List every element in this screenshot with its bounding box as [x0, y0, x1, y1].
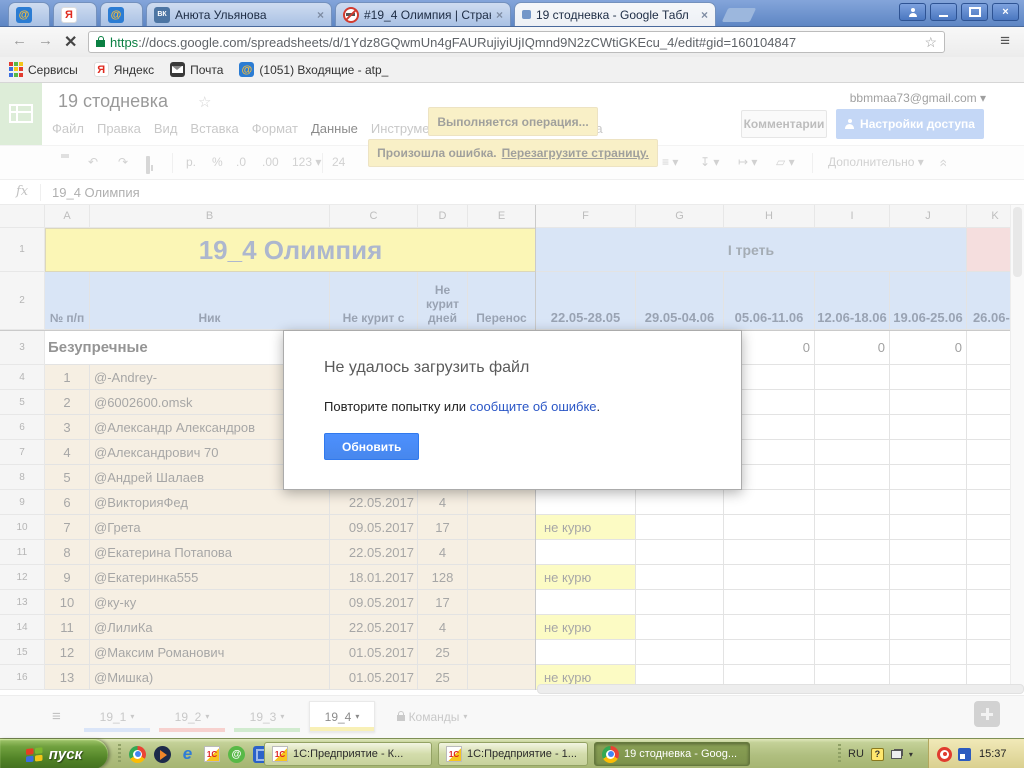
task-button[interactable]: 19 стодневка - Goog... — [594, 742, 750, 766]
task-button-label: 1С:Предприятие - К... — [293, 748, 403, 760]
report-error-link[interactable]: сообщите об ошибке — [470, 399, 597, 414]
chrome-icon — [602, 746, 619, 763]
yandex-icon: Я — [61, 7, 77, 23]
mail-icon — [170, 62, 185, 77]
close-icon[interactable]: × — [496, 8, 503, 22]
bookmark-item[interactable]: Я Яндекс — [94, 62, 154, 77]
task-button-label: 19 стодневка - Goog... — [624, 748, 737, 760]
url-scheme: https — [110, 35, 138, 50]
tab-title: 19 стодневка - Google Табл — [536, 8, 696, 22]
browser-tab[interactable]: ВК Анюта Ульянова × — [146, 2, 332, 26]
dialog-body: Повторите попытку или сообщите об ошибке… — [324, 399, 600, 414]
windows-logo-icon — [26, 747, 43, 762]
bookmark-item[interactable]: Почта — [170, 62, 223, 77]
toolbar-handle[interactable] — [118, 744, 121, 764]
language-indicator[interactable]: RU — [848, 748, 864, 760]
window-tray-icon[interactable] — [891, 750, 902, 759]
profile-button[interactable] — [899, 3, 926, 21]
mailru-icon: @ — [16, 7, 32, 23]
stop-button[interactable]: ✕ — [64, 32, 77, 52]
vk-icon: ВК — [154, 7, 170, 23]
onec-icon: 1С — [272, 746, 288, 762]
bookmark-label: Почта — [190, 63, 223, 77]
mailru-icon: @ — [108, 7, 124, 23]
error-dialog: Не удалось загрузить файл Повторите попы… — [283, 330, 742, 490]
mail-agent-icon[interactable]: @ — [228, 746, 245, 763]
browser-tab[interactable]: @ — [100, 2, 143, 26]
task-button[interactable]: 1С 1С:Предприятие - К... — [264, 742, 432, 766]
browser-tab[interactable]: Я — [53, 2, 97, 26]
apps-grid-icon — [8, 62, 23, 77]
mailru-icon: @ — [239, 62, 254, 77]
person-icon — [909, 13, 917, 17]
browser-tabs: @Я@ВКАнюта Ульянова×#19_4 Олимпия | Стра… — [8, 2, 753, 26]
browser-navbar: ← → ✕ https://docs.google.com/spreadshee… — [0, 27, 1024, 57]
media-player-icon[interactable] — [154, 746, 171, 763]
notification-area: 15:37 — [928, 739, 1024, 768]
close-icon[interactable]: × — [317, 8, 324, 22]
no-smoking-icon — [343, 7, 359, 23]
bookmark-label: (1051) Входящие - atp_ — [259, 63, 388, 77]
browser-tab[interactable]: #19_4 Олимпия | Страница × — [335, 2, 511, 26]
tab-title: Анюта Ульянова — [175, 8, 312, 22]
page-icon — [522, 10, 531, 19]
bookmark-label: Сервисы — [28, 63, 78, 77]
window-controls: × — [899, 3, 1019, 21]
system-tray: RU ? ▾ — [838, 739, 913, 768]
task-button-label: 1С:Предприятие - 1... — [467, 748, 577, 760]
back-button[interactable]: ← — [12, 32, 27, 49]
bookmarks-bar: Сервисы Я Яндекс Почта @ (1051) Входящие - at… — [0, 57, 1024, 83]
ssl-lock-icon — [96, 40, 105, 47]
desktop: @Я@ВКАнюта Ульянова×#19_4 Олимпия | Стра… — [0, 0, 1024, 768]
task-button[interactable]: 1С 1С:Предприятие - 1... — [438, 742, 588, 766]
quick-launch: e 1С @ — [118, 739, 281, 768]
tray-app-icon[interactable] — [937, 747, 952, 762]
url-text: ://docs.google.com/spreadsheets/d/1Ydz8G… — [138, 35, 796, 50]
refresh-button[interactable]: Обновить — [324, 433, 419, 460]
onec-icon[interactable]: 1С — [204, 746, 220, 762]
dialog-title: Не удалось загрузить файл — [324, 359, 529, 377]
tray-expand-icon[interactable]: ▾ — [909, 750, 913, 759]
maximize-button[interactable] — [961, 3, 988, 21]
close-button[interactable]: × — [992, 3, 1019, 21]
start-button[interactable]: пуск — [0, 739, 108, 768]
bookmark-star-icon[interactable]: ☆ — [924, 34, 937, 51]
address-bar[interactable]: https://docs.google.com/spreadsheets/d/1… — [88, 31, 945, 53]
chrome-icon[interactable] — [129, 746, 146, 763]
help-tray-icon[interactable]: ? — [871, 748, 884, 761]
bookmark-item[interactable]: Сервисы — [8, 62, 78, 77]
task-buttons: 1С 1С:Предприятие - К... 1С 1С:Предприятие … — [264, 742, 750, 766]
tray-app2-icon[interactable] — [958, 748, 971, 761]
taskbar: пуск e 1С @ 1С 1С:Предприятие - К... 1С 1С:… — [0, 738, 1024, 768]
onec-icon: 1С — [446, 746, 462, 762]
browser-tab[interactable]: 19 стодневка - Google Табл × — [514, 2, 716, 26]
close-icon[interactable]: × — [701, 8, 708, 22]
tab-title: #19_4 Олимпия | Страница — [364, 8, 491, 22]
yandex-icon: Я — [94, 62, 109, 77]
bookmark-label: Яндекс — [114, 63, 154, 77]
clock: 15:37 — [979, 748, 1007, 760]
new-tab-button[interactable] — [722, 8, 757, 22]
minimize-button[interactable] — [930, 3, 957, 21]
browser-menu-icon[interactable]: ≡ — [1000, 31, 1010, 51]
forward-button[interactable]: → — [38, 32, 53, 49]
internet-explorer-icon[interactable]: e — [179, 746, 196, 763]
browser-tab[interactable]: @ — [8, 2, 50, 26]
toolbar-handle[interactable] — [838, 744, 841, 764]
bookmark-item[interactable]: @ (1051) Входящие - atp_ — [239, 62, 388, 77]
browser-tab-strip: @Я@ВКАнюта Ульянова×#19_4 Олимпия | Стра… — [0, 0, 1024, 27]
